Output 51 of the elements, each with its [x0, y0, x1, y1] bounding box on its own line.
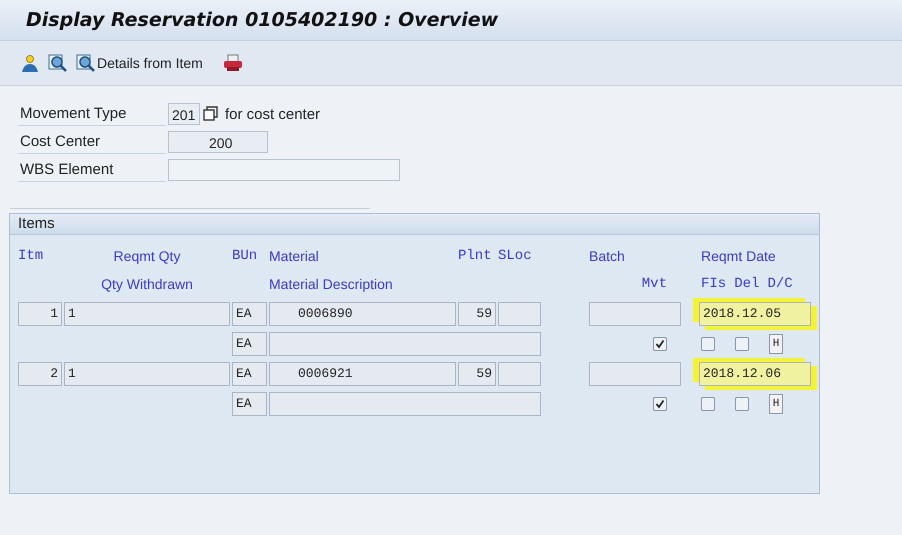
unit-field: EA — [232, 332, 267, 356]
column-header: Reqmt Date — [700, 248, 777, 264]
window-title: Display Reservation 0105402190 : Overview — [26, 9, 498, 31]
checkbox[interactable] — [701, 337, 715, 351]
column-header: Material — [269, 248, 320, 264]
copy-icon[interactable] — [203, 106, 219, 122]
column-header: Reqmt Qty — [114, 248, 180, 264]
person-icon — [20, 53, 40, 73]
unit-field: EA — [232, 302, 267, 326]
field-note: for cost center — [225, 106, 320, 122]
debit-credit-field: H — [769, 334, 783, 354]
material-field: 0006921 — [269, 362, 456, 386]
unit-field: EA — [232, 362, 267, 386]
column-header: D/C — [767, 276, 793, 292]
column-header: Del — [734, 276, 760, 292]
checkbox[interactable] — [735, 337, 749, 351]
printer-icon — [222, 53, 243, 73]
debit-credit-field: H — [769, 394, 783, 414]
search-icon — [76, 53, 96, 73]
column-header: Batch — [589, 248, 626, 264]
quantity-field: 1 — [64, 302, 230, 326]
plant-field: 59 — [458, 362, 496, 386]
input-field[interactable] — [168, 159, 400, 181]
column-header: Itm — [18, 248, 44, 264]
column-header: SLoc — [498, 248, 533, 264]
input-field[interactable]: 201 — [168, 103, 200, 125]
quantity-field: 1 — [64, 362, 230, 386]
material-field: 0006890 — [269, 302, 456, 326]
field-label: Cost Center — [18, 130, 166, 154]
column-header: BUn — [232, 248, 258, 264]
column-header: Mvt — [642, 276, 668, 292]
field-label: WBS Element — [18, 158, 166, 182]
checkbox[interactable] — [653, 337, 667, 351]
item-number-field: 1 — [18, 302, 62, 326]
item-number-field: 2 — [18, 362, 62, 386]
details-button[interactable]: Details from Item — [74, 51, 205, 75]
search-icon — [48, 53, 68, 73]
unit-field: EA — [232, 392, 267, 416]
panel-title: Items — [18, 215, 55, 232]
storage-location-field — [498, 302, 541, 326]
column-header: Qty Withdrawn — [101, 276, 193, 292]
column-header: Plnt — [458, 248, 493, 264]
checkbox[interactable] — [735, 397, 749, 411]
storage-location-field — [498, 362, 541, 386]
field-label: Movement Type — [18, 102, 166, 126]
column-header: Material Description — [269, 276, 394, 292]
checkbox[interactable] — [653, 397, 667, 411]
checkbox[interactable] — [701, 397, 715, 411]
plant-field: 59 — [458, 302, 496, 326]
input-field[interactable]: 200 — [168, 131, 268, 153]
column-header: FIs — [701, 276, 726, 292]
